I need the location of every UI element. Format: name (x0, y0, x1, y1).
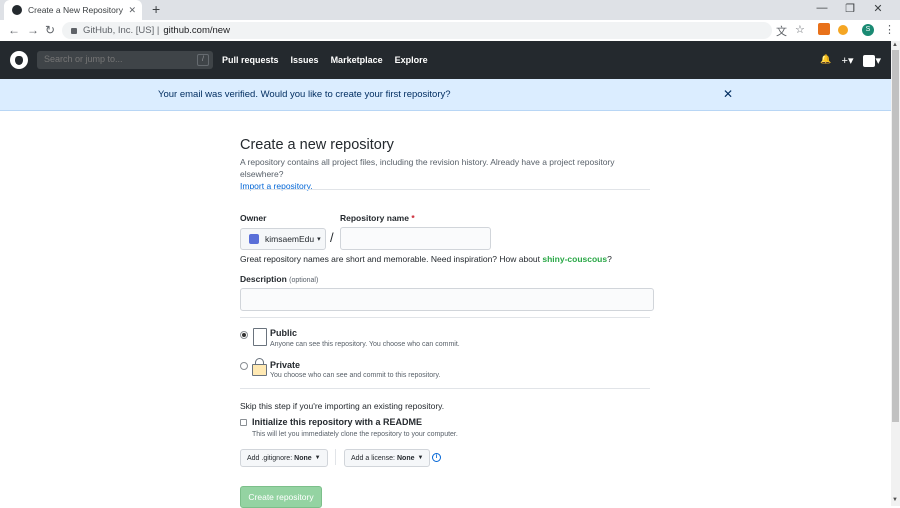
search-input[interactable] (42, 53, 196, 65)
repo-name-label: Repository name * (340, 213, 415, 223)
license-select[interactable]: Add a license: None ▼ (344, 449, 431, 467)
github-favicon-icon (12, 5, 22, 15)
address-row: ← → ↻ GitHub, Inc. [US] | github.com/new… (0, 20, 900, 42)
license-info-icon[interactable]: i (432, 453, 441, 462)
site-identity: GitHub, Inc. [US] | (83, 25, 160, 36)
divider (240, 388, 650, 389)
name-hint: Great repository names are short and mem… (240, 254, 612, 264)
public-radio[interactable] (240, 331, 248, 339)
url-text[interactable]: github.com/new (163, 25, 230, 36)
bookmark-star-icon[interactable]: ☆ (795, 23, 805, 36)
gitignore-select[interactable]: Add .gitignore: None ▼ (240, 449, 328, 467)
repo-name-label-text: Repository name (340, 213, 409, 223)
description-label: Description (optional) (240, 274, 318, 284)
lock-icon[interactable] (71, 27, 77, 34)
close-window-button[interactable]: ✕ (864, 2, 892, 15)
optional-note: (optional) (289, 277, 319, 284)
nav-issues[interactable]: Issues (291, 55, 319, 65)
browser-tab[interactable]: Create a New Repository ✕ (4, 0, 142, 20)
repository-name-input[interactable] (340, 227, 491, 250)
translate-icon[interactable]: 文 (776, 23, 787, 39)
user-menu-caret-icon: ▾ (875, 55, 881, 67)
tab-close-icon[interactable]: ✕ (128, 5, 136, 16)
private-title: Private (270, 360, 301, 370)
flash-banner: Your email was verified. Would you like … (0, 79, 891, 111)
extension-cookie-icon[interactable] (838, 25, 848, 35)
hint-suffix: ? (607, 254, 612, 264)
description-label-text: Description (240, 274, 287, 284)
public-title: Public (270, 328, 298, 338)
private-desc: You choose who can see and commit to thi… (270, 372, 441, 379)
tab-title: Create a New Repository (28, 5, 123, 15)
extension-icon[interactable] (818, 23, 830, 35)
owner-caret-icon: ▾ (317, 236, 321, 243)
skip-note: Skip this step if you're importing an ex… (240, 401, 445, 411)
private-radio[interactable] (240, 362, 248, 370)
reload-icon[interactable]: ↻ (45, 23, 55, 37)
license-value: None (396, 454, 415, 462)
gitignore-caret-icon: ▼ (314, 455, 321, 461)
header-nav: Pull requests Issues Marketplace Explore (222, 55, 428, 65)
init-readme-title[interactable]: Initialize this repository with a README (252, 417, 422, 427)
public-desc: Anyone can see this repository. You choo… (270, 341, 460, 348)
scroll-up-icon[interactable]: ▲ (892, 42, 898, 48)
name-suggestion[interactable]: shiny-couscous (542, 254, 607, 264)
flash-message: Your email was verified. Would you like … (158, 89, 451, 100)
divider (240, 189, 650, 190)
owner-repo-separator: / (330, 230, 334, 245)
nav-pull-requests[interactable]: Pull requests (222, 55, 279, 65)
repo-book-icon (253, 328, 267, 346)
github-logo-icon[interactable] (10, 51, 28, 69)
notifications-bell-icon[interactable]: 🔔 (820, 54, 831, 67)
user-avatar (863, 55, 876, 68)
subhead-text: A repository contains all project files,… (240, 157, 615, 179)
license-caret-icon: ▼ (417, 455, 424, 461)
gitignore-value: None (294, 454, 312, 462)
hint-text: Great repository names are short and mem… (240, 254, 541, 264)
profile-avatar[interactable]: S (862, 24, 874, 36)
create-new-menu[interactable]: +▾ (842, 54, 854, 67)
page-title: Create a new repository (240, 137, 394, 153)
divider (240, 317, 650, 318)
header-actions: 🔔 +▾ ▾ (820, 54, 881, 68)
gitignore-label: Add .gitignore: (247, 454, 293, 462)
new-tab-button[interactable]: + (152, 1, 160, 17)
nav-marketplace[interactable]: Marketplace (331, 55, 383, 65)
nav-explore[interactable]: Explore (395, 55, 428, 65)
license-label: Add a license: (351, 454, 395, 462)
github-header: / Pull requests Issues Marketplace Explo… (0, 41, 891, 79)
init-readme-desc: This will let you immediately clone the … (252, 431, 458, 438)
owner-name: kimsaemEdu (265, 234, 315, 244)
window-controls: — ❐ ✕ (808, 2, 892, 15)
minimize-button[interactable]: — (808, 2, 836, 15)
select-divider (335, 449, 336, 465)
maximize-button[interactable]: ❐ (836, 2, 864, 15)
search-shortcut-key: / (197, 54, 209, 66)
back-icon[interactable]: ← (8, 23, 20, 37)
owner-select[interactable]: kimsaemEdu ▾ (240, 228, 326, 250)
page-subhead: A repository contains all project files,… (240, 156, 650, 192)
create-repository-button[interactable]: Create repository (240, 486, 322, 508)
browser-tab-bar: Create a New Repository ✕ + — ❐ ✕ (0, 0, 900, 20)
search-box[interactable]: / (37, 51, 213, 69)
flash-close-icon[interactable]: ✕ (723, 87, 733, 101)
private-lock-icon (252, 364, 267, 376)
forward-icon[interactable]: → (27, 23, 39, 37)
scroll-down-icon[interactable]: ▼ (892, 497, 898, 503)
address-bar[interactable]: GitHub, Inc. [US] | github.com/new (62, 22, 772, 39)
browser-menu-icon[interactable]: ⋮ (884, 23, 895, 36)
scrollbar-thumb[interactable] (892, 50, 899, 422)
user-menu[interactable]: ▾ (863, 54, 881, 68)
owner-avatar-icon (249, 234, 259, 244)
description-input[interactable] (240, 288, 654, 311)
required-mark: * (411, 213, 415, 223)
owner-label: Owner (240, 213, 267, 223)
init-readme-checkbox[interactable] (240, 419, 247, 426)
